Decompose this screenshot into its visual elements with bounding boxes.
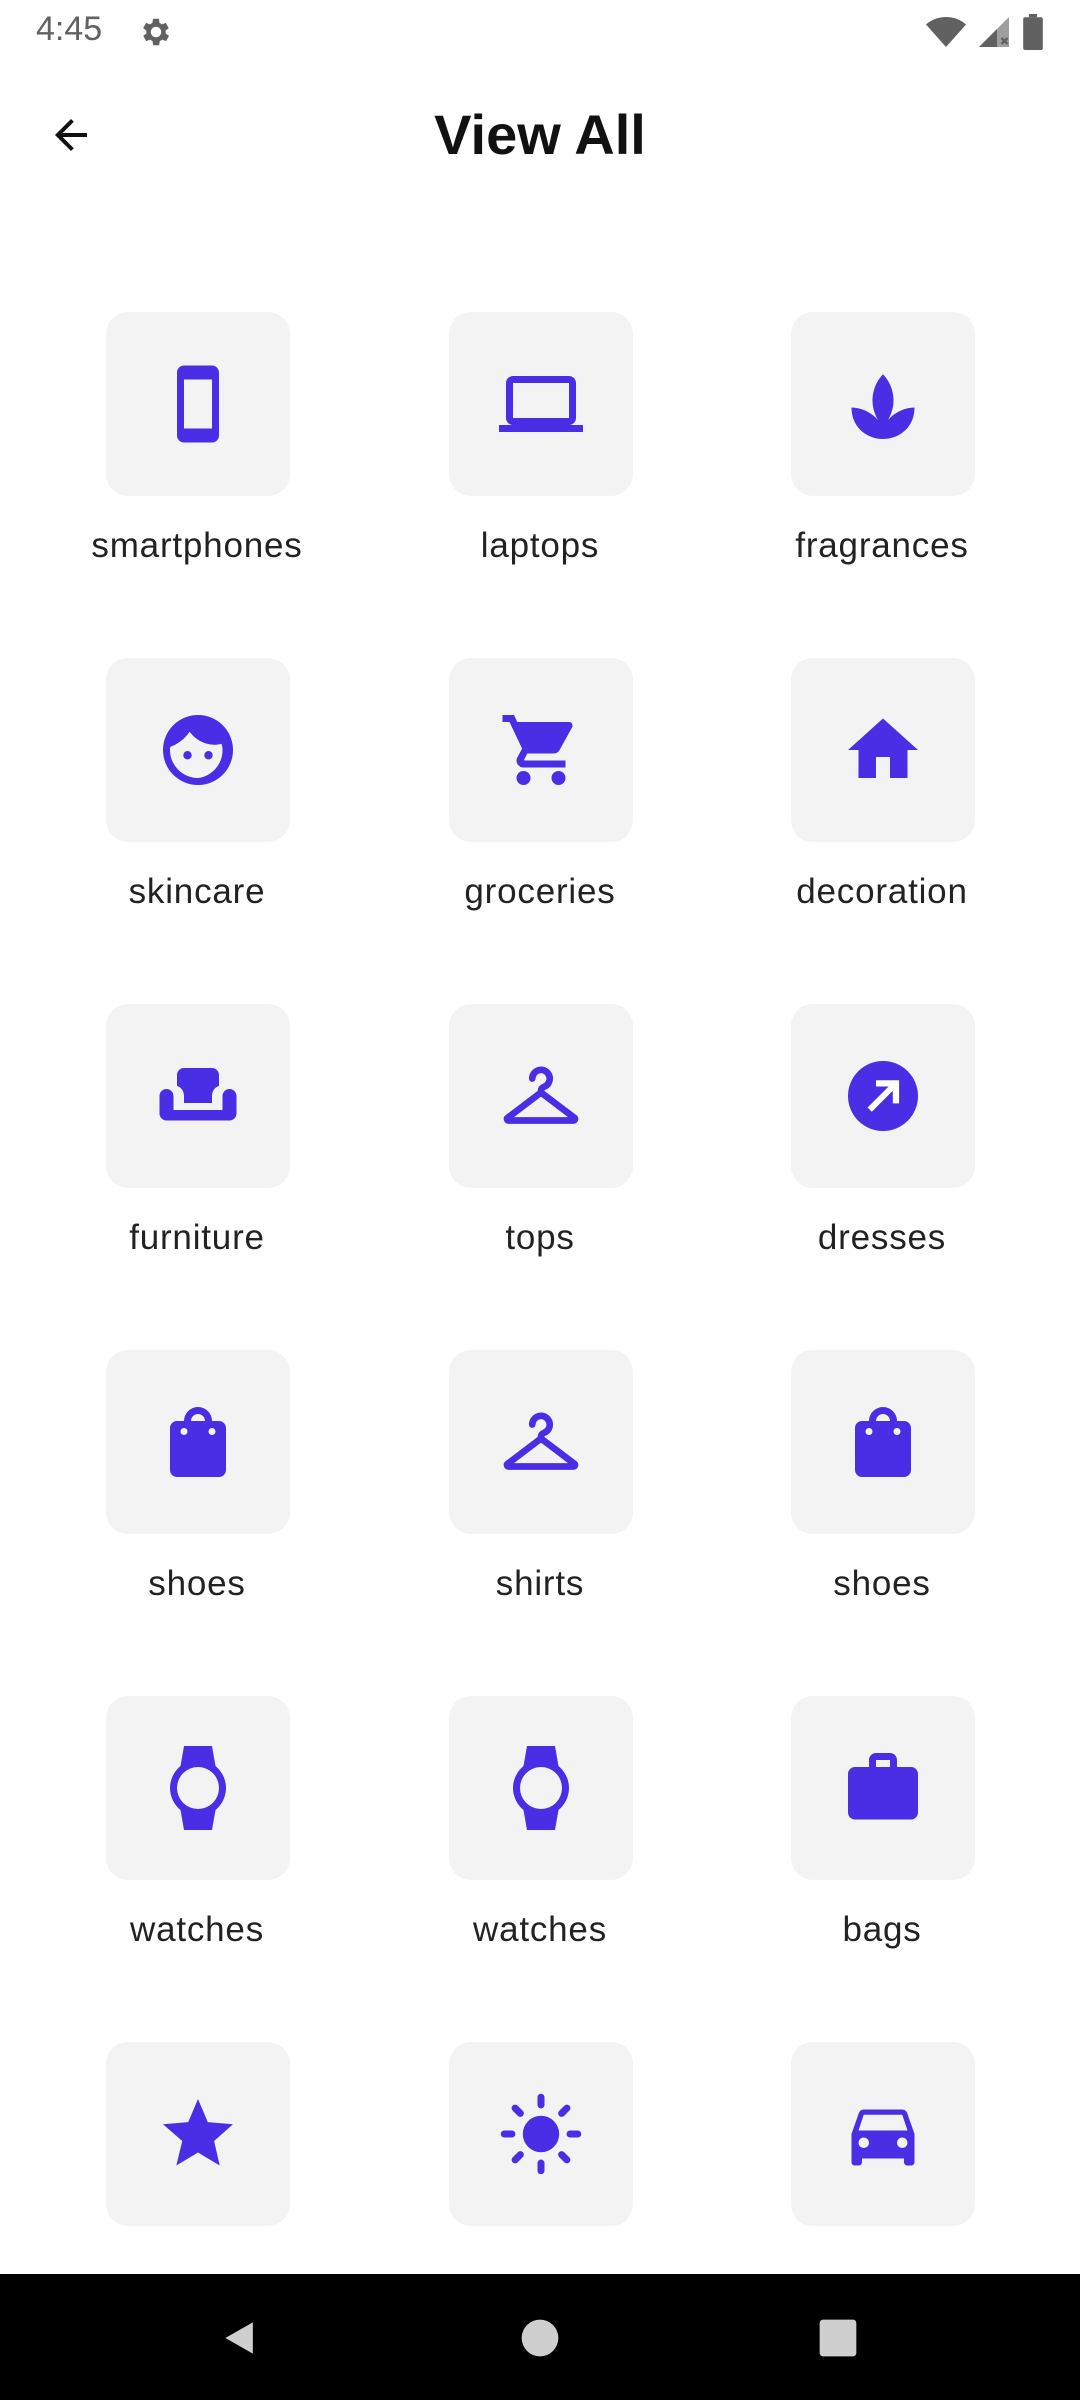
category-tile[interactable]: watches: [369, 1696, 711, 1996]
nav-home-button[interactable]: [512, 2310, 568, 2366]
category-tile[interactable]: dresses: [711, 1004, 1053, 1304]
category-label: watches: [130, 1910, 264, 1949]
category-icon-box: [106, 1696, 290, 1880]
sun-icon: [500, 2093, 582, 2175]
face-icon: [163, 715, 233, 785]
category-label: dresses: [817, 1218, 947, 1257]
category-icon-box: [106, 312, 290, 496]
category-icon-box: [106, 2042, 290, 2226]
category-label: tops: [505, 1218, 575, 1257]
category-label: skincare: [128, 872, 266, 911]
nav-back-button[interactable]: [212, 2310, 268, 2366]
category-label: shoes: [148, 1564, 246, 1603]
category-icon-box: [449, 1350, 633, 1534]
category-tile[interactable]: shoes: [711, 1350, 1053, 1650]
shopping-bag-icon: [855, 1407, 911, 1477]
system-nav-bar: [0, 2274, 1080, 2400]
briefcase-icon: [848, 1753, 918, 1820]
status-icons: [926, 12, 1044, 52]
category-icon-box: [791, 2042, 975, 2226]
hanger-icon: [503, 1412, 579, 1470]
category-label: decoration: [796, 872, 968, 911]
category-label: watches: [473, 1910, 607, 1949]
sofa-icon: [159, 1068, 237, 1121]
battery-icon: [1023, 14, 1043, 50]
home-icon: [848, 718, 918, 778]
smartphone-icon: [177, 365, 219, 443]
watch-icon: [170, 1746, 226, 1830]
category-icon-box: [791, 312, 975, 496]
category-icon-box: [791, 1350, 975, 1534]
hanger-icon: [503, 1066, 579, 1124]
category-icon-box: [791, 1696, 975, 1880]
category-icon-box: [106, 658, 290, 842]
category-tile[interactable]: shoes: [26, 1350, 368, 1650]
home-circle-icon: [521, 2319, 559, 2357]
signal-icon: [979, 17, 1009, 47]
shopping-bag-icon: [170, 1407, 226, 1477]
category-tile[interactable]: furniture: [26, 1004, 368, 1304]
category-label: shirts: [495, 1564, 585, 1603]
category-label: shoes: [833, 1564, 931, 1603]
category-tile[interactable]: skincare: [26, 658, 368, 958]
nav-recents-button[interactable]: [810, 2310, 866, 2366]
category-tile[interactable]: shirts: [369, 1350, 711, 1650]
category-icon-box: [791, 658, 975, 842]
spa-icon: [851, 374, 915, 439]
category-icon-box: [449, 1696, 633, 1880]
category-icon-box: [449, 2042, 633, 2226]
star-icon: [163, 2099, 233, 2166]
laptop-icon: [499, 376, 583, 432]
app-bar: View All: [0, 64, 1080, 204]
category-icon-box: [106, 1004, 290, 1188]
category-icon-box: [449, 312, 633, 496]
category-tile[interactable]: fragrances: [711, 312, 1053, 612]
category-tile[interactable]: groceries: [369, 658, 711, 958]
category-tile[interactable]: bags: [711, 1696, 1053, 1996]
gear-icon: [143, 18, 170, 46]
category-icon-box: [449, 1004, 633, 1188]
watch-icon: [513, 1746, 569, 1830]
category-tile[interactable]: laptops: [369, 312, 711, 612]
recents-square-icon: [819, 2319, 857, 2357]
category-icon-box: [106, 1350, 290, 1534]
car-icon: [851, 2109, 915, 2166]
back-triangle-icon: [225, 2322, 253, 2354]
page-title: View All: [434, 103, 646, 166]
category-tile[interactable]: decoration: [711, 658, 1053, 958]
shopping-cart-icon: [502, 715, 573, 785]
category-icon-box: [449, 658, 633, 842]
category-tile[interactable]: smartphones: [26, 312, 368, 612]
category-label: laptops: [480, 526, 600, 565]
category-label: smartphones: [91, 526, 303, 565]
category-label: furniture: [129, 1218, 265, 1257]
category-tile[interactable]: watches: [26, 1696, 368, 1996]
category-label: bags: [842, 1910, 922, 1949]
category-label: fragrances: [795, 526, 969, 565]
category-icon-box: [791, 1004, 975, 1188]
category-label: groceries: [464, 872, 616, 911]
arrow-circle-icon: [848, 1061, 918, 1131]
status-bar: 4:45: [0, 0, 1080, 64]
category-tile[interactable]: tops: [369, 1004, 711, 1304]
status-time: 4:45: [36, 10, 103, 48]
wifi-icon: [926, 17, 966, 47]
